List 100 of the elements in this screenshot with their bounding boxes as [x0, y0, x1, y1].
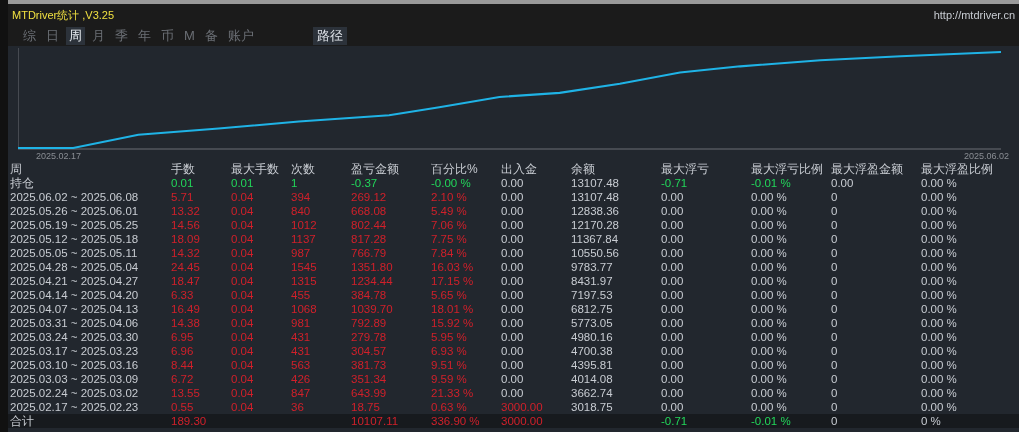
table-cell: -0.71: [661, 177, 688, 189]
table-cell: 2025.05.26 ~ 2025.06.01: [10, 205, 139, 217]
table-cell: 6.72: [171, 373, 194, 385]
table-cell: 0.00 %: [921, 401, 957, 413]
table-cell: 0: [831, 401, 838, 413]
column-header: 最大浮亏: [661, 162, 709, 176]
period-tab[interactable]: 季: [112, 27, 131, 45]
window-title: MTDriver统计 ,V3.25: [12, 7, 115, 23]
table-cell: 1545: [291, 261, 317, 273]
table-cell: 18.75: [351, 401, 380, 413]
period-tab[interactable]: 月: [89, 27, 108, 45]
column-header: 出入金: [501, 162, 537, 176]
table-cell: 0.00: [501, 303, 524, 315]
website-link[interactable]: http://mtdriver.cn: [933, 6, 1015, 24]
table-cell: 2025.04.14 ~ 2025.04.20: [10, 289, 139, 301]
table-cell: 7.84 %: [431, 247, 467, 259]
period-tab[interactable]: 账户: [224, 27, 257, 45]
table-cell: 9.51 %: [431, 359, 467, 371]
table-cell: 36: [291, 401, 304, 413]
table-cell: 4014.08: [571, 373, 613, 385]
table-cell: 0: [831, 387, 838, 399]
table-cell: 0.00 %: [751, 289, 787, 301]
table-cell: 0.00 %: [751, 191, 787, 203]
table-cell: 0.04: [231, 191, 254, 203]
table-cell: 1137: [291, 233, 316, 245]
table-cell: 0.00: [661, 331, 684, 343]
table-cell: 0: [831, 219, 838, 231]
table-cell: 0.01: [231, 177, 254, 189]
table-cell: 981: [291, 317, 311, 329]
table-cell: 2025.06.02 ~ 2025.06.08: [10, 191, 139, 203]
table-cell: 7.75 %: [431, 233, 467, 245]
table-cell: 563: [291, 359, 311, 371]
table-cell: 0.00: [661, 233, 684, 245]
table-cell: 0.04: [231, 317, 254, 329]
table-cell: 2025.05.12 ~ 2025.05.18: [10, 233, 139, 245]
table-cell: 8.44: [171, 359, 194, 371]
end-date: 2025.06.02: [963, 150, 1009, 162]
table-cell: 0.00: [661, 303, 684, 315]
table-cell: 304.57: [351, 345, 387, 357]
period-tab[interactable]: 日: [43, 27, 62, 45]
table-cell: 0: [831, 205, 838, 217]
table-cell: 0.00: [501, 373, 524, 385]
table-cell: 0.00: [501, 317, 524, 329]
period-tab[interactable]: 币: [158, 27, 177, 45]
table-cell: -0.01 %: [751, 415, 791, 427]
period-tab[interactable]: 综: [20, 27, 39, 45]
table-cell: 2025.02.17 ~ 2025.02.23: [10, 401, 139, 413]
table-cell: 2025.03.24 ~ 2025.03.30: [10, 331, 139, 343]
table-cell: 0.00 %: [921, 247, 957, 259]
table-cell: -0.01 %: [751, 177, 791, 189]
table-cell: 2025.05.05 ~ 2025.05.11: [10, 247, 138, 259]
table-cell: 0.00 %: [751, 275, 787, 287]
table-cell: 455: [291, 289, 311, 301]
period-tab[interactable]: M: [181, 27, 198, 45]
table-cell: 14.56: [171, 219, 200, 231]
table-cell: 0.00: [661, 317, 684, 329]
table-cell: 0.00 %: [921, 219, 957, 231]
table-cell: 10550.56: [571, 247, 619, 259]
table-cell: 2025.03.31 ~ 2025.04.06: [10, 317, 139, 329]
table-cell: 0.00 %: [921, 205, 957, 217]
table-cell: 384.78: [351, 289, 387, 301]
table-cell: 3018.75: [571, 401, 613, 413]
column-header: 百分比%: [431, 162, 478, 176]
table-cell: 15.92 %: [431, 317, 474, 329]
table-cell: 6.93 %: [431, 345, 467, 357]
table-cell: 5773.05: [571, 317, 613, 329]
table-cell: 0.00 %: [921, 289, 957, 301]
table-cell: 0: [831, 331, 838, 343]
table-cell: 643.99: [351, 387, 387, 399]
table-cell: 0: [831, 247, 838, 259]
table-cell: 5.71: [171, 191, 194, 203]
table-cell: 0.00: [661, 219, 684, 231]
table-cell: 0: [831, 415, 838, 427]
table-cell: 0.00 %: [751, 261, 787, 273]
table-cell: 9.59 %: [431, 373, 467, 385]
table-cell: 766.79: [351, 247, 387, 259]
period-tab[interactable]: 备: [201, 27, 221, 45]
table-cell: 0.00: [501, 247, 524, 259]
table-cell: 0.00: [501, 359, 524, 371]
table-cell: 4980.16: [571, 331, 613, 343]
table-cell: 0.00 %: [921, 373, 957, 385]
table-cell: 6812.75: [571, 303, 613, 315]
table-cell: 0.04: [231, 373, 254, 385]
table-cell: 0.00: [661, 191, 684, 203]
table-cell: 351.34: [351, 373, 387, 385]
table-cell: 2025.03.17 ~ 2025.03.23: [10, 345, 139, 357]
table-cell: 6.95: [171, 331, 194, 343]
table-cell: 847: [291, 387, 311, 399]
path-button[interactable]: 路径: [312, 27, 347, 45]
column-header: 周: [10, 162, 22, 176]
table-cell: 0.00: [661, 289, 684, 301]
table-cell: 13.55: [171, 387, 200, 399]
table-cell: 18.01 %: [431, 303, 474, 315]
table-cell: 14.38: [171, 317, 200, 329]
period-tab[interactable]: 周: [66, 27, 85, 45]
period-tab[interactable]: 年: [135, 27, 154, 45]
table-cell: 0.04: [231, 401, 254, 413]
table-cell: 189.30: [171, 415, 207, 427]
table-cell: 0.00 %: [921, 331, 957, 343]
table-cell: 0.00: [501, 177, 524, 189]
